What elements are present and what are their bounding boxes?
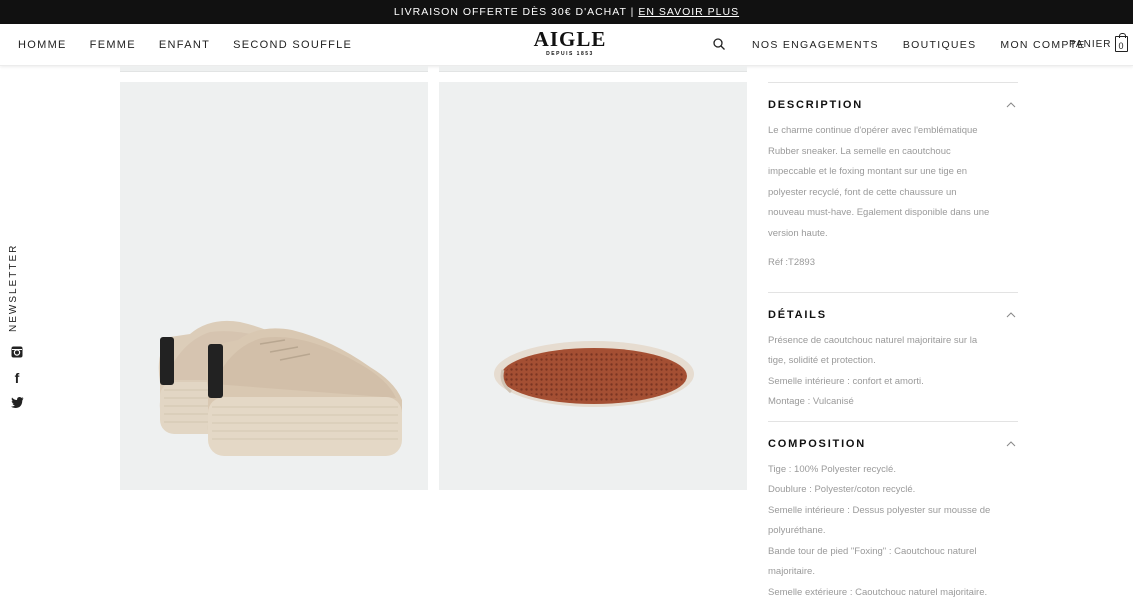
composition-text: Tige : 100% Polyester recyclé. Doublure … xyxy=(768,460,1023,604)
aigle-logo[interactable]: AIGLE DEPUIS 1853 xyxy=(533,28,607,58)
section-divider xyxy=(768,420,1018,422)
composition-title: COMPOSITION xyxy=(768,437,867,450)
section-divider xyxy=(768,291,1018,293)
composition-line: majoritaire. xyxy=(768,566,815,577)
promo-learn-more-link[interactable]: EN SAVOIR PLUS xyxy=(638,6,739,18)
secondary-nav: NOS ENGAGEMENTS BOUTIQUES MON COMPTE xyxy=(752,24,1110,66)
details-text: Présence de caoutchouc naturel majoritai… xyxy=(768,331,1023,413)
composition-line: Bande tour de pied "Foxing" : Caoutchouc… xyxy=(768,545,977,557)
cart-count: 0 xyxy=(1118,41,1124,51)
logo-brand: AIGLE xyxy=(533,27,607,51)
description-line: Le charme continue d'opérer avec l'emblé… xyxy=(768,125,978,136)
chevron-up-icon xyxy=(1006,102,1016,108)
nav-item-second-souffle[interactable]: SECOND SOUFFLE xyxy=(233,39,352,51)
previous-image-edge xyxy=(439,66,747,72)
composition-line: polyuréthane. xyxy=(768,525,826,536)
details-line: Semelle intérieure : confort et amorti. xyxy=(768,375,924,387)
product-image-rear[interactable] xyxy=(120,82,428,490)
product-info-panel: DESCRIPTION Le charme continue d'opérer … xyxy=(768,66,1023,603)
composition-line: Semelle intérieure : Dessus polyester su… xyxy=(768,504,991,516)
section-divider xyxy=(768,82,1018,83)
description-toggle[interactable]: DESCRIPTION xyxy=(768,95,1023,115)
shopping-bag-icon: 0 xyxy=(1114,33,1128,52)
composition-line: Doublure : Polyester/coton recyclé. xyxy=(768,484,916,495)
composition-line: Tige : 100% Polyester recyclé. xyxy=(768,463,896,475)
details-title: DÉTAILS xyxy=(768,308,827,321)
description-line: nouveau must-have. Egalement disponible … xyxy=(768,207,990,218)
details-line: Présence de caoutchouc naturel majoritai… xyxy=(768,334,978,346)
description-line: polyester recyclé, font de cette chaussu… xyxy=(768,186,957,198)
nav-item-engagements[interactable]: NOS ENGAGEMENTS xyxy=(752,39,879,51)
chevron-up-icon xyxy=(1006,311,1016,317)
nav-item-enfant[interactable]: ENFANT xyxy=(159,39,210,51)
description-title: DESCRIPTION xyxy=(768,99,863,111)
description-line: Rubber sneaker. La semelle en caoutchouc xyxy=(768,145,951,157)
promo-bar: LIVRAISON OFFERTE DÈS 30€ D'ACHAT | EN S… xyxy=(0,0,1133,24)
promo-text: LIVRAISON OFFERTE DÈS 30€ D'ACHAT | xyxy=(393,6,635,18)
product-image-sole[interactable] xyxy=(439,82,747,490)
details-line: tige, solidité et protection. xyxy=(768,355,876,366)
site-header: HOMME FEMME ENFANT SECOND SOUFFLE AIGLE … xyxy=(0,24,1133,66)
cart-label: PANIER xyxy=(1069,38,1112,50)
previous-image-edge xyxy=(120,66,428,72)
product-reference: Réf :T2893 xyxy=(768,257,815,268)
details-toggle[interactable]: DÉTAILS xyxy=(768,305,1023,325)
nav-item-boutiques[interactable]: BOUTIQUES xyxy=(903,39,977,51)
details-line: Montage : Vulcanisé xyxy=(768,396,854,407)
composition-line: Semelle extérieure : Caoutchouc naturel … xyxy=(768,586,988,598)
facebook-icon[interactable]: f xyxy=(10,370,24,386)
description-line: version haute. xyxy=(768,227,828,239)
twitter-icon[interactable] xyxy=(10,395,24,409)
search-icon[interactable] xyxy=(712,37,728,53)
main-nav: HOMME FEMME ENFANT SECOND SOUFFLE xyxy=(0,24,357,66)
newsletter-tab[interactable]: NEWSLETTER xyxy=(8,240,22,335)
instagram-icon[interactable] xyxy=(10,345,24,359)
description-text: Le charme continue d'opérer avec l'emblé… xyxy=(768,121,1023,274)
nav-item-homme[interactable]: HOMME xyxy=(18,39,67,51)
composition-toggle[interactable]: COMPOSITION xyxy=(768,434,1023,454)
description-line: impeccable et le foxing montant sur une … xyxy=(768,166,968,177)
nav-item-femme[interactable]: FEMME xyxy=(90,39,136,51)
chevron-up-icon xyxy=(1006,440,1016,446)
logo-tagline: DEPUIS 1853 xyxy=(546,51,594,57)
cart-button[interactable]: PANIER 0 xyxy=(1069,33,1128,52)
